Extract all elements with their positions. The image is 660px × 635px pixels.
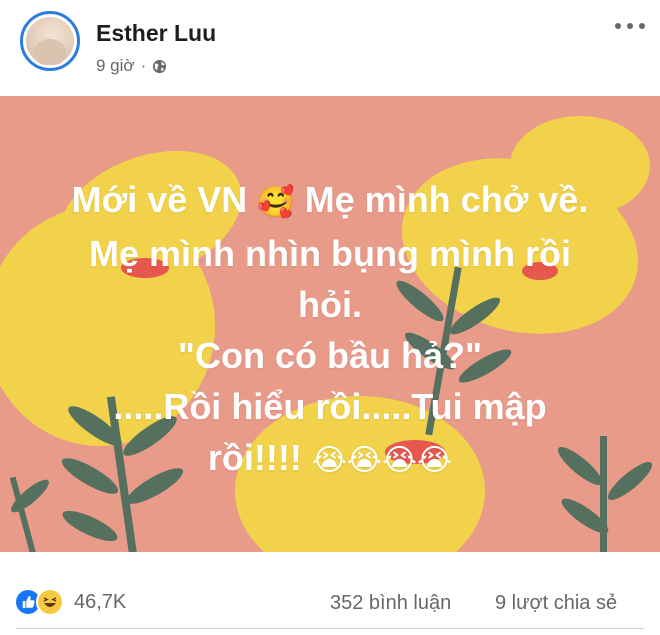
comment-count-link[interactable]: 352 bình luận: [330, 592, 451, 615]
post-caption: Mới về VN 🥰 Mẹ mình chở về. Mẹ mình nhìn…: [0, 174, 660, 486]
post-meta: 9 giờ ·: [96, 56, 167, 76]
reaction-summary[interactable]: 46,7K: [14, 588, 126, 616]
avatar-photo: [26, 17, 74, 65]
avatar[interactable]: [20, 11, 80, 71]
caption-line-2: Mẹ mình nhìn bụng mình rồi: [89, 232, 571, 274]
divider: [16, 628, 644, 629]
author-name[interactable]: Esther Luu: [96, 20, 216, 47]
crying-emoji-icon: 😭😭😭😭: [311, 442, 453, 478]
caption-line-1: Mới về VN 🥰 Mẹ mình chở về.: [0, 174, 660, 228]
post-header: Esther Luu 9 giờ ·: [0, 0, 660, 92]
post-image[interactable]: Mới về VN 🥰 Mẹ mình chở về. Mẹ mình nhìn…: [0, 96, 660, 552]
more-options-icon[interactable]: [612, 16, 648, 36]
caption-line-5: .....Rồi hiểu rồi.....Tui mập: [113, 385, 547, 427]
share-count-link[interactable]: 9 lượt chia sẻ: [495, 592, 617, 615]
caption-line-4: "Con có bầu hả?": [177, 334, 483, 376]
caption-line-6: rồi!!!! 😭😭😭😭: [0, 432, 660, 486]
post-time[interactable]: 9 giờ: [96, 56, 135, 76]
globe-icon: [153, 59, 167, 73]
haha-reaction-icon: [36, 588, 64, 616]
meta-separator: ·: [140, 56, 147, 75]
caption-line-3: hỏi.: [298, 283, 362, 325]
reaction-count: 46,7K: [74, 590, 127, 613]
smiling-hearts-emoji-icon: 🥰: [257, 184, 295, 220]
